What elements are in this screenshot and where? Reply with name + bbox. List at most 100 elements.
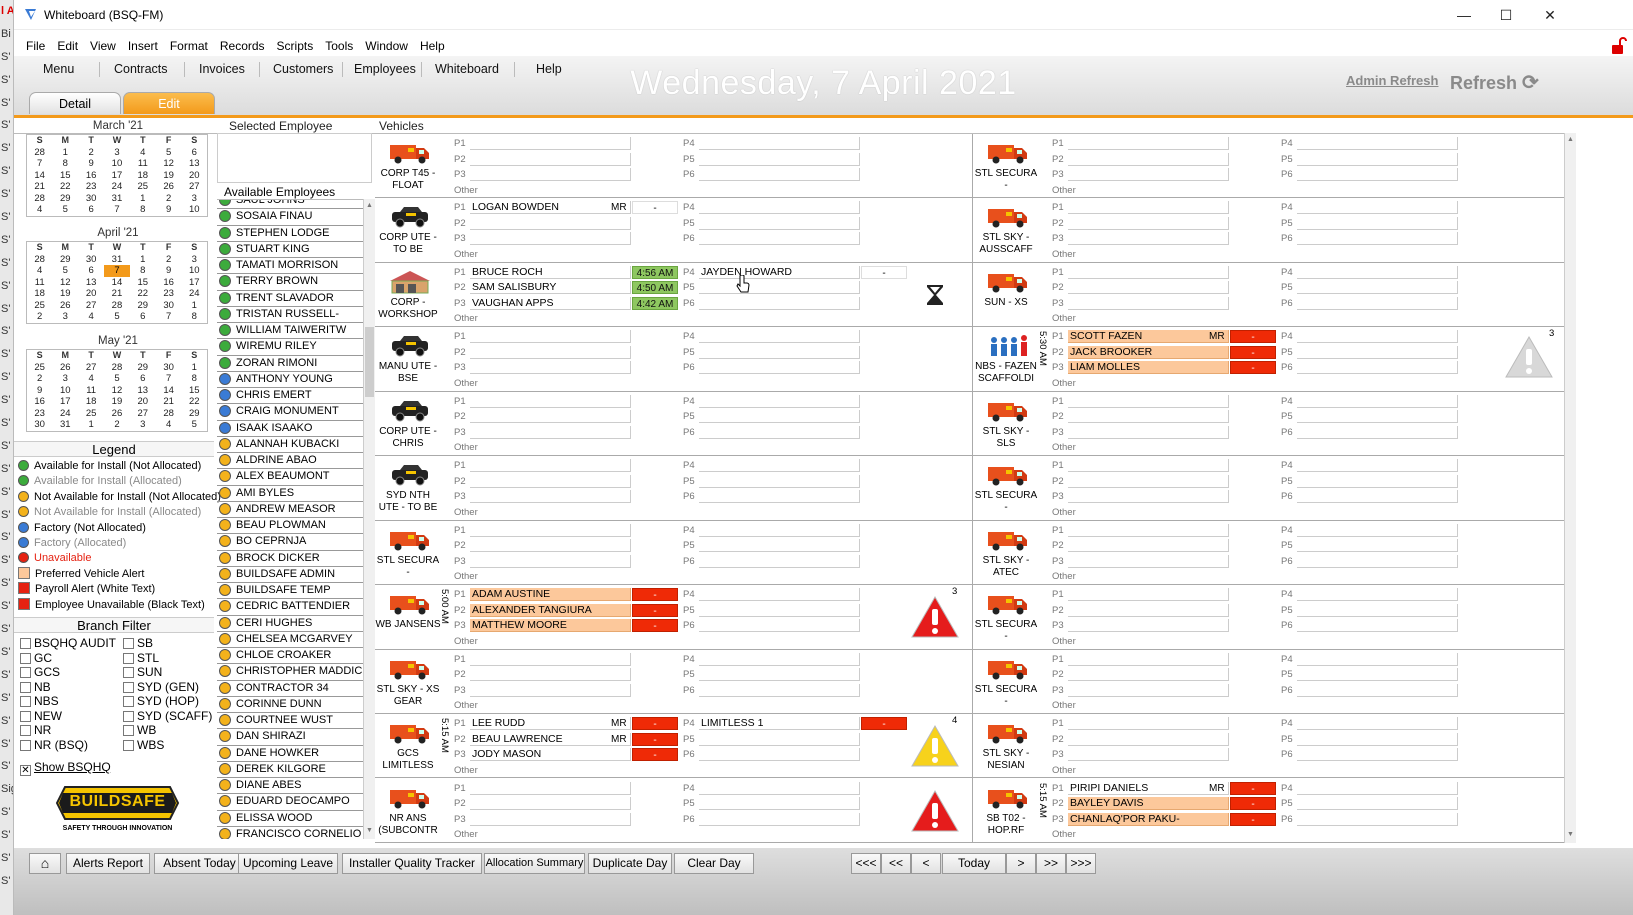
position-slot-p6[interactable] [1297, 232, 1458, 246]
position-slot-p4[interactable] [1297, 588, 1458, 602]
show-bsqhq-checkbox[interactable]: ✕ Show BSQHQ [20, 760, 111, 776]
calendar-day[interactable]: 23 [78, 181, 104, 193]
position-slot-p6[interactable] [1297, 619, 1458, 633]
position-slot-p6[interactable] [699, 168, 860, 181]
position-slot-p1[interactable]: PIRIPI DANIELS [1068, 781, 1229, 795]
calendar-day[interactable]: 26 [104, 408, 130, 420]
position-slot-p6[interactable] [1297, 361, 1458, 375]
calendar-day[interactable]: 3 [182, 254, 208, 266]
date-nav-button[interactable]: Today [942, 853, 1006, 874]
employee-list-item[interactable]: CEDRIC BATTENDIER [217, 599, 363, 616]
status-cell[interactable]: - [632, 619, 678, 633]
calendar-day[interactable]: 12 [52, 277, 78, 289]
status-cell[interactable]: - [1230, 797, 1276, 810]
menu-item-tools[interactable]: Tools [319, 37, 359, 56]
position-slot-p5[interactable] [699, 474, 860, 488]
calendar-day[interactable]: 9 [27, 385, 53, 397]
refresh-button[interactable]: Refresh ⟳ [1450, 70, 1539, 95]
position-slot-p5[interactable] [699, 603, 860, 617]
employee-list-item[interactable]: ALANNAH KUBACKI [217, 437, 363, 453]
lock-icon[interactable] [1611, 37, 1627, 55]
vehicle-name[interactable]: SB T02 - HOP.RF [973, 813, 1039, 837]
position-slot-p4[interactable] [1297, 265, 1458, 279]
menu-item-view[interactable]: View [84, 37, 122, 56]
vehicle-name[interactable]: CORP UTE - TO BE [375, 232, 441, 256]
position-slot-p3[interactable] [1068, 425, 1229, 439]
position-slot-p2[interactable]: BEAU LAWRENCE [470, 732, 631, 746]
position-slot-p2[interactable] [470, 152, 631, 166]
position-slot-p6[interactable] [699, 425, 860, 439]
calendar-day[interactable]: 8 [182, 311, 208, 323]
position-slot-p5[interactable] [1297, 474, 1458, 488]
vehicle-name[interactable]: SYD NTH UTE - TO BE [375, 490, 441, 514]
date-nav-button[interactable]: >> [1036, 853, 1066, 874]
position-slot-p6[interactable] [699, 296, 860, 310]
calendar-day[interactable]: 10 [104, 158, 130, 170]
position-slot-p1[interactable] [470, 652, 631, 666]
position-slot-p4[interactable] [1297, 652, 1458, 666]
position-slot-p5[interactable] [1297, 732, 1458, 746]
calendar-day[interactable]: 20 [130, 396, 156, 408]
position-slot-p4[interactable] [699, 394, 860, 408]
position-slot-p4[interactable]: LIMITLESS 1 [699, 717, 860, 731]
employee-list-item[interactable]: ISAAK ISAAKO [217, 421, 363, 437]
position-slot-p6[interactable] [699, 812, 860, 826]
calendar-day[interactable]: 30 [78, 254, 104, 266]
position-slot-p3[interactable] [1068, 748, 1229, 762]
calendar-day[interactable]: 17 [52, 396, 78, 408]
calendar-day[interactable]: 5 [104, 373, 130, 385]
position-slot-p3[interactable] [470, 361, 631, 375]
scroll-up-icon[interactable]: ▲ [1567, 136, 1574, 143]
position-slot-p5[interactable] [699, 539, 860, 553]
employee-list-item[interactable]: TRENT SLAVADOR [217, 291, 363, 307]
position-slot-p2[interactable] [470, 539, 631, 553]
calendar-day[interactable]: 2 [104, 419, 130, 431]
menu-item-records[interactable]: Records [214, 37, 271, 56]
status-cell[interactable]: - [632, 603, 678, 617]
position-slot-p6[interactable] [1297, 812, 1458, 826]
vehicle-name[interactable]: STL SKY - ATEC [973, 555, 1039, 579]
branch-checkbox[interactable]: SYD (HOP) [123, 694, 199, 708]
installer-quality-tracker-button[interactable]: Installer Quality Tracker [342, 853, 482, 874]
position-slot-p2[interactable] [1068, 668, 1229, 682]
employee-list-item[interactable]: CERI HUGHES [217, 616, 363, 632]
position-slot-p5[interactable] [699, 410, 860, 424]
branch-checkbox[interactable]: BSQHQ AUDIT [20, 636, 116, 650]
position-slot-p1[interactable] [1068, 523, 1229, 537]
vehicle-name[interactable]: NBS - FAZEN SCAFFOLDI [973, 361, 1039, 385]
branch-checkbox[interactable]: NEW [20, 709, 62, 723]
position-slot-p4[interactable] [699, 652, 860, 666]
calendar-day[interactable]: 6 [130, 311, 156, 323]
calendar-day[interactable]: 7 [156, 311, 182, 323]
employee-list-item[interactable]: DIANE ABES [217, 778, 363, 795]
position-slot-p4[interactable] [1297, 717, 1458, 731]
vehicle-name[interactable]: STL SECURA - [973, 168, 1039, 192]
calendar-day[interactable]: 2 [156, 193, 182, 205]
calendar-day[interactable]: 20 [78, 288, 104, 300]
position-slot-p5[interactable] [699, 345, 860, 359]
warning-red-icon[interactable] [910, 595, 960, 642]
position-slot-p2[interactable] [1068, 152, 1229, 166]
position-slot-p4[interactable]: JAYDEN HOWARD [699, 265, 860, 279]
calendar-day[interactable]: 21 [27, 181, 53, 193]
calendar-day[interactable]: 14 [104, 277, 130, 289]
calendar-day[interactable]: 4 [78, 373, 104, 385]
employee-list-item[interactable]: CONTRACTOR 34 [217, 681, 363, 697]
home-button[interactable]: ⌂ [29, 853, 61, 874]
vehicle-name[interactable]: MANU UTE - BSE [375, 361, 441, 385]
position-slot-p4[interactable] [1297, 394, 1458, 408]
calendar-day[interactable]: 22 [130, 288, 156, 300]
employee-list-item[interactable]: ANTHONY YOUNG [217, 372, 363, 388]
calendar-day[interactable]: 18 [78, 396, 104, 408]
calendar-day[interactable]: 7 [104, 204, 130, 216]
menu-item-format[interactable]: Format [164, 37, 214, 56]
employee-list-item[interactable]: CORINNE DUNN [217, 697, 363, 713]
calendar-day[interactable]: 15 [52, 170, 78, 182]
calendar-day[interactable]: 5 [104, 311, 130, 323]
menu-item-edit[interactable]: Edit [51, 37, 84, 56]
employee-list-item[interactable]: CHRIS EMERT [217, 388, 363, 405]
employee-list-item[interactable]: ELISSA WOOD [217, 811, 363, 827]
status-cell[interactable]: - [632, 748, 678, 762]
maximize-button[interactable]: ☐ [1486, 4, 1526, 26]
calendar-day[interactable]: 10 [182, 265, 208, 277]
